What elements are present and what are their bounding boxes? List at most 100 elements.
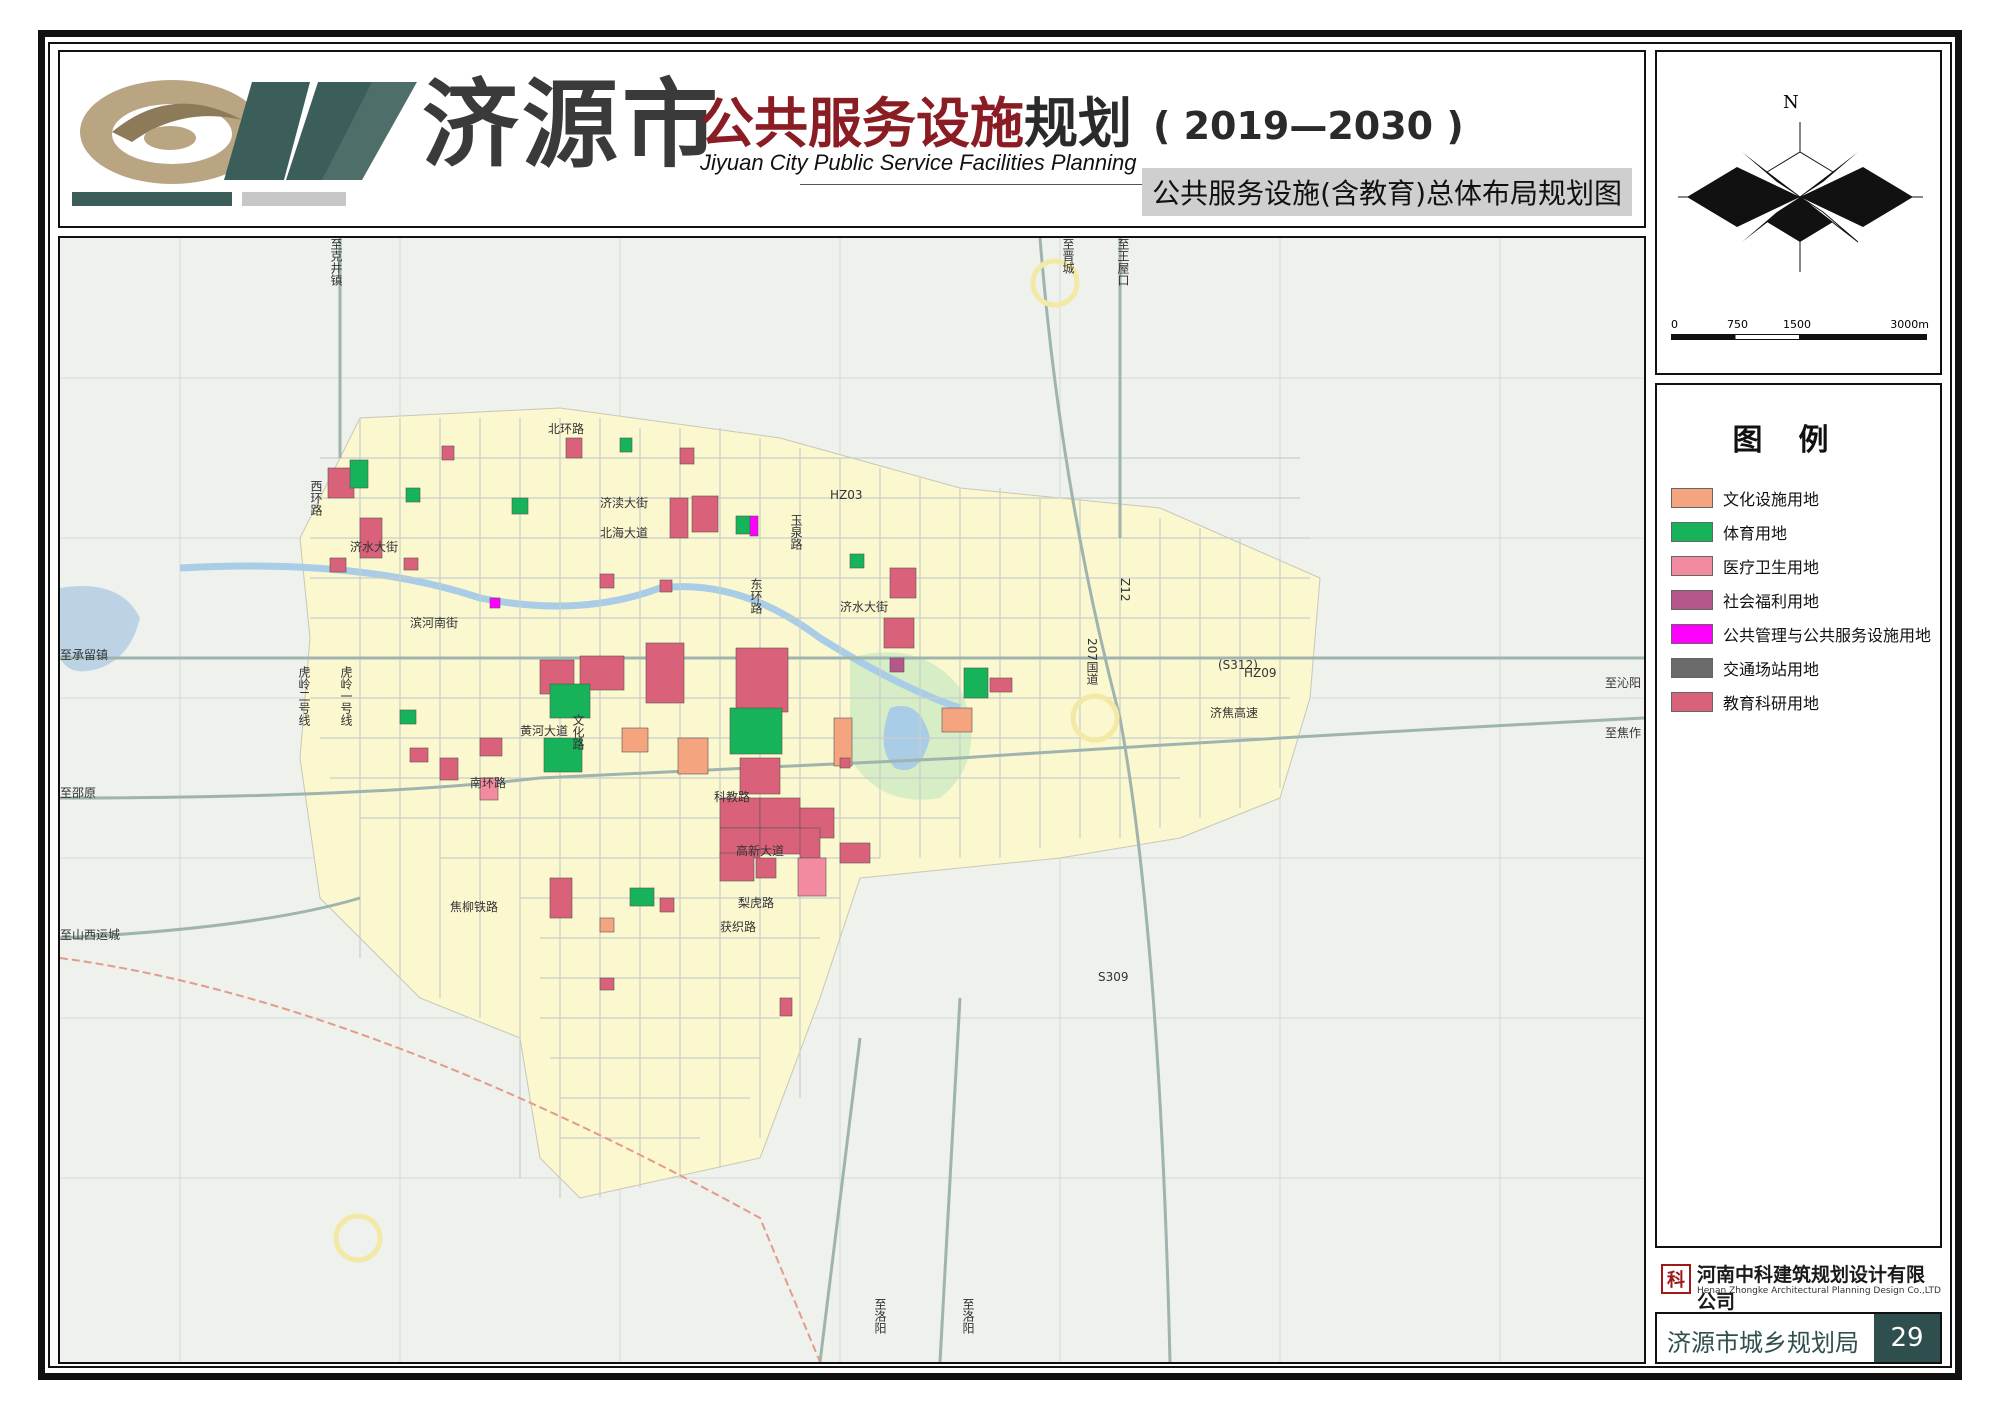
land-parcel (735, 515, 751, 535)
legend-title: 图例 (1732, 423, 1865, 458)
land-parcel (409, 747, 429, 763)
legend-item-welfare: 社会福利用地 (1671, 589, 1819, 611)
compass-panel: N 0 750 1500 3000m (1655, 50, 1942, 375)
legend-swatch (1671, 658, 1713, 678)
land-parcel (691, 495, 719, 533)
land-parcel (621, 727, 649, 753)
road-label: 北环路 (548, 422, 585, 436)
road-label: 梨虎路 (738, 896, 775, 910)
legend-label: 交通场站用地 (1723, 660, 1820, 679)
legend-label: 社会福利用地 (1723, 592, 1820, 611)
land-parcel (839, 842, 871, 864)
southwest-interchange (333, 1213, 383, 1263)
road-label: 黄河大道 (520, 724, 569, 738)
land-parcel (599, 573, 615, 589)
land-parcel (403, 557, 419, 571)
land-parcel (963, 667, 989, 699)
land-use-map: 至克井镇 至晋城 至王屋口 至承留镇 至邵原 至山西运城 至沁阳 至焦作 至洛阳… (58, 236, 1646, 1364)
legend-label: 公共管理与公共服务设施用地 (1723, 626, 1932, 645)
land-parcel (989, 677, 1013, 693)
land-parcel (849, 553, 865, 569)
north-label: N (1783, 92, 1799, 113)
land-parcel (679, 447, 695, 465)
scale-label: 1500 (1783, 318, 1811, 331)
land-parcel (645, 642, 685, 704)
road-label: 南环路 (470, 776, 507, 790)
legend-label: 体育用地 (1723, 524, 1788, 543)
direction-label: 至邵原 (60, 786, 97, 800)
land-parcel (599, 917, 615, 933)
land-parcel (779, 997, 793, 1017)
land-parcel (511, 497, 529, 515)
legend-swatch (1671, 624, 1713, 644)
direction-label: 至山西运城 (60, 928, 121, 942)
road-label: 科教路 (714, 790, 751, 804)
road-label: 西环路 (309, 480, 323, 516)
land-parcel (479, 737, 503, 757)
direction-label: 至晋城 (1061, 238, 1075, 274)
legend-item-education: 教育科研用地 (1671, 691, 1819, 713)
land-parcel (549, 683, 591, 719)
legend-item-sports: 体育用地 (1671, 521, 1787, 543)
road-label: 济渎大街 (600, 496, 649, 510)
legend-label: 文化设施用地 (1723, 490, 1820, 509)
plan-years: ( 2019—2030 ) (1153, 104, 1464, 148)
jy-logo-icon (72, 80, 417, 206)
direction-label: 至洛阳 (873, 1298, 887, 1334)
company-panel: 科 河南中科建筑规划设计有限公司 Henan Zhongke Architect… (1655, 1256, 1942, 1313)
road-label: 文化路 (571, 714, 585, 750)
legend-item-medical: 医疗卫生用地 (1671, 555, 1819, 577)
land-parcel (565, 437, 583, 459)
scale-label: 0 (1671, 318, 1678, 331)
scale-label: 750 (1727, 318, 1748, 331)
land-parcel (329, 557, 347, 573)
road-label: S309 (1098, 970, 1129, 984)
legend-swatch (1671, 590, 1713, 610)
map-canvas (60, 238, 1644, 1362)
title-header: 济源市 公共服务设施规划 ( 2019—2030 ) Jiyuan City P… (58, 50, 1646, 228)
legend-item-public-admin: 公共管理与公共服务设施用地 (1671, 623, 1931, 645)
road-label: 滨河南街 (410, 616, 459, 630)
legend-label: 医疗卫生用地 (1723, 558, 1820, 577)
land-parcel (749, 515, 759, 537)
road-label: 虎岭一号线 (339, 666, 353, 726)
land-parcel (439, 757, 459, 781)
road-label: HZ03 (830, 488, 863, 502)
sheet-title: 公共服务设施(含教育)总体布局规划图 (1142, 168, 1632, 216)
road-label: 北海大道 (600, 526, 649, 540)
urban-area (299, 407, 1321, 1199)
road-label: 济焦高速 (1210, 706, 1259, 720)
road-label: HZ09 (1244, 666, 1277, 680)
company-logo-icon: 科 (1661, 1264, 1691, 1294)
land-parcel (677, 737, 709, 775)
road-label: 济水大街 (350, 540, 399, 554)
direction-label: 至王屋口 (1116, 238, 1130, 286)
legend-swatch (1671, 692, 1713, 712)
land-parcel (659, 897, 675, 913)
city-title: 济源市 (422, 69, 722, 181)
land-parcel (729, 707, 783, 755)
land-parcel (889, 657, 905, 673)
scale-label: 3000m (1890, 318, 1929, 331)
land-parcel (797, 857, 827, 897)
road-label: Z12 (1118, 578, 1132, 602)
direction-label: 至承留镇 (60, 648, 109, 662)
direction-label: 至洛阳 (961, 1298, 975, 1334)
direction-label: 至焦作 (1605, 726, 1642, 740)
land-parcel (619, 437, 633, 453)
road-label: 207国道 (1085, 638, 1099, 685)
land-parcel (759, 797, 801, 829)
land-parcel (735, 647, 789, 713)
scale-bar-graphic (1671, 334, 1927, 340)
plan-title-suffix: 规划 (1024, 92, 1132, 155)
land-parcel (549, 877, 573, 919)
legend-swatch (1671, 522, 1713, 542)
land-parcel (659, 579, 673, 593)
legend-swatch (1671, 488, 1713, 508)
road-label: 获织路 (720, 920, 757, 934)
land-parcel (941, 707, 973, 733)
company-name-en: Henan Zhongke Architectural Planning Des… (1697, 1286, 1941, 1296)
land-parcel (399, 709, 417, 725)
direction-label: 至沁阳 (1605, 676, 1642, 690)
road-label: 东环路 (749, 578, 763, 614)
